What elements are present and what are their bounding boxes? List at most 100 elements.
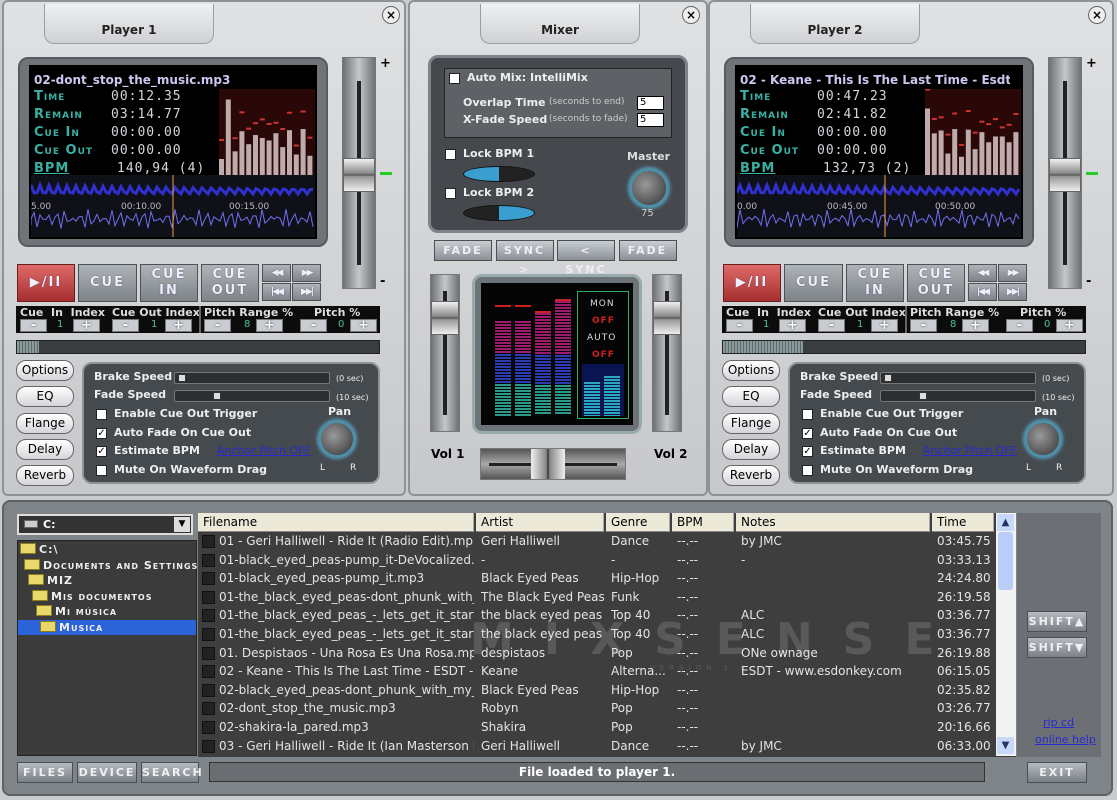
flange-button[interactable]: Flange — [16, 412, 74, 434]
rewind-button[interactable]: ◀◀ — [968, 264, 997, 282]
pitch-plus[interactable]: + — [350, 319, 377, 332]
shift-down-button[interactable]: SHIFT▼ — [1027, 637, 1087, 658]
flange-button[interactable]: Flange — [722, 412, 780, 434]
files-tab[interactable]: FILES — [17, 762, 73, 783]
automix-checkbox[interactable] — [449, 73, 460, 84]
crossfader-knob[interactable] — [531, 449, 565, 479]
cue-in-index-plus[interactable]: + — [73, 319, 100, 332]
cue-in-index-minus[interactable]: - — [20, 319, 47, 332]
table-row[interactable]: 02-black_eyed_peas-dont_phunk_with_my_h.… — [198, 681, 996, 700]
fade-left-button[interactable]: FADE — [434, 240, 492, 261]
table-scrollbar[interactable]: ▲ ▼ — [996, 513, 1016, 756]
crossfader[interactable] — [480, 448, 626, 480]
cue-in-button[interactable]: CUE IN — [140, 264, 198, 302]
exit-button[interactable]: EXIT — [1027, 762, 1087, 783]
pitch-bend-2[interactable] — [463, 205, 535, 221]
fade-speed-slider[interactable] — [880, 390, 1036, 402]
waveform[interactable] — [31, 175, 315, 237]
tree-folder[interactable]: Mi música — [36, 604, 117, 619]
delay-button[interactable]: Delay — [16, 438, 74, 460]
scroll-up-icon[interactable]: ▲ — [997, 514, 1014, 531]
table-row[interactable]: 02 - Keane - This Is The Last Time - ESD… — [198, 662, 996, 681]
tree-folder[interactable]: Musica — [18, 619, 196, 635]
pitch-bend-1[interactable] — [463, 166, 535, 182]
fx-checkbox[interactable] — [96, 409, 107, 420]
cue-out-index-minus[interactable]: - — [818, 319, 845, 332]
column-header-notes[interactable]: Notes — [736, 513, 930, 532]
pitch-minus[interactable]: - — [1006, 319, 1033, 332]
pitch-plus[interactable]: + — [1056, 319, 1083, 332]
options-button[interactable]: Options — [722, 360, 780, 381]
row-checkbox[interactable] — [202, 590, 215, 604]
fast-forward-button[interactable]: ▶▶ — [292, 264, 321, 282]
next-button[interactable]: ▶▶| — [292, 283, 321, 301]
row-checkbox[interactable] — [202, 553, 215, 567]
column-header-genre[interactable]: Genre — [606, 513, 670, 532]
cue-in-index-minus[interactable]: - — [726, 319, 753, 332]
eq-button[interactable]: EQ — [722, 386, 780, 408]
column-header-bpm[interactable]: BPM — [672, 513, 734, 532]
anchor-pitch-link[interactable]: Anchor Pitch OFF — [217, 444, 311, 457]
track-progress-bar[interactable] — [16, 340, 380, 354]
pitch-range-plus[interactable]: + — [962, 319, 989, 332]
row-checkbox[interactable] — [202, 646, 215, 660]
row-checkbox[interactable] — [202, 665, 215, 679]
volume-1-slider[interactable] — [430, 274, 460, 432]
pan-knob[interactable] — [1024, 420, 1062, 458]
options-button[interactable]: Options — [16, 360, 74, 381]
lock-bpm-2-checkbox[interactable] — [445, 188, 456, 199]
row-checkbox[interactable] — [202, 721, 215, 734]
table-row[interactable]: 01-black_eyed_peas-pump_it-DeVocalized.w… — [198, 551, 996, 570]
device-tab[interactable]: DEVICE — [77, 762, 137, 783]
tree-folder[interactable]: Mis documentos — [32, 589, 152, 604]
scroll-thumb[interactable] — [998, 532, 1013, 590]
fx-checkbox[interactable] — [802, 409, 813, 420]
track-progress-bar[interactable] — [722, 340, 1086, 354]
delay-button[interactable]: Delay — [722, 438, 780, 460]
previous-button[interactable]: |◀◀ — [262, 283, 291, 301]
close-icon[interactable]: × — [1088, 6, 1106, 24]
cue-out-index-plus[interactable]: + — [165, 319, 192, 332]
rip-cd-link[interactable]: rip cd — [1043, 716, 1074, 729]
table-row[interactable]: 02-dont_stop_the_music.mp3 Robyn Pop --.-- 0… — [198, 699, 996, 718]
table-row[interactable]: 03 - Geri Halliwell - Ride It (Ian Maste… — [198, 737, 996, 756]
pitch-slider[interactable] — [342, 57, 376, 289]
table-row[interactable]: 01-the_black_eyed_peas-dont_phunk_with_.… — [198, 588, 996, 607]
auto-value[interactable]: OFF — [592, 350, 615, 360]
pitch-slider[interactable] — [1048, 57, 1082, 289]
table-row[interactable]: 01 - Geri Halliwell - Ride It (Radio Edi… — [198, 532, 996, 551]
mon-value[interactable]: OFF — [592, 316, 615, 326]
table-row[interactable]: 01. Despistaos - Una Rosa Es Una Rosa.mp… — [198, 644, 996, 663]
waveform[interactable] — [737, 175, 1021, 237]
row-checkbox[interactable] — [202, 683, 215, 697]
table-row[interactable]: 01-the_black_eyed_peas_-_lets_get_it_sta… — [198, 625, 996, 644]
tree-folder[interactable]: MIZ — [28, 573, 73, 588]
table-row[interactable]: 01-the_black_eyed_peas_-_lets_get_it_sta… — [198, 606, 996, 625]
reverb-button[interactable]: Reverb — [722, 465, 780, 487]
fx-checkbox[interactable]: ✓ — [802, 427, 813, 439]
fast-forward-button[interactable]: ▶▶ — [998, 264, 1027, 282]
next-button[interactable]: ▶▶| — [998, 283, 1027, 301]
table-row[interactable]: 01-black_eyed_peas-pump_it.mp3 Black Eyed… — [198, 569, 996, 588]
row-checkbox[interactable] — [202, 535, 215, 548]
anchor-pitch-link[interactable]: Anchor Pitch OFF — [923, 444, 1017, 457]
pitch-minus[interactable]: - — [300, 319, 327, 332]
close-icon[interactable]: × — [382, 6, 400, 24]
rewind-button[interactable]: ◀◀ — [262, 264, 291, 282]
column-header-artist[interactable]: Artist — [476, 513, 604, 532]
fx-checkbox[interactable] — [802, 464, 813, 476]
pitch-range-minus[interactable]: - — [204, 319, 231, 332]
row-checkbox[interactable] — [202, 609, 215, 623]
column-header-time[interactable]: Time — [932, 513, 994, 532]
play-pause-button[interactable]: ▶/II — [17, 264, 75, 302]
online-help-link[interactable]: online help — [1035, 733, 1096, 746]
fade-right-button[interactable]: FADE — [618, 240, 677, 261]
cue-out-index-plus[interactable]: + — [871, 319, 898, 332]
reverb-button[interactable]: Reverb — [16, 465, 74, 487]
row-checkbox[interactable] — [202, 628, 215, 641]
sync-left-button[interactable]: < SYNC — [557, 240, 615, 276]
brake-speed-slider[interactable] — [174, 372, 330, 384]
column-header-filename[interactable]: Filename — [198, 513, 474, 532]
pitch-range-plus[interactable]: + — [256, 319, 283, 332]
shift-up-button[interactable]: SHIFT▲ — [1027, 611, 1087, 632]
